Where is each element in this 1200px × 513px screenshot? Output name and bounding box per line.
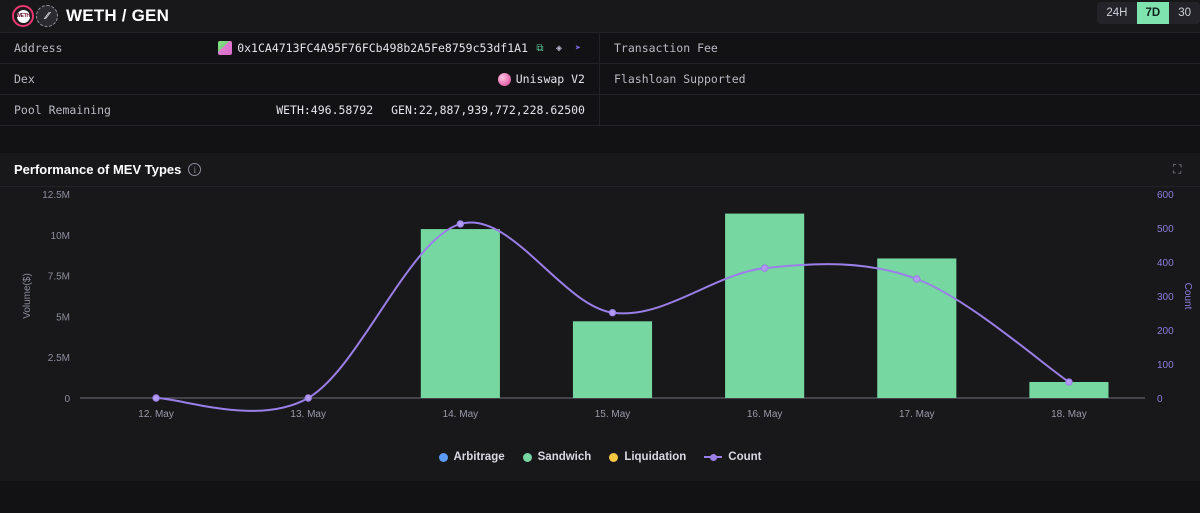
gen-token-icon: ⁄⁄ (36, 5, 58, 27)
y-axis-label-left: Volume($) (22, 273, 33, 319)
dex-name: Uniswap V2 (515, 72, 585, 86)
info-label-address: Address (14, 41, 63, 55)
legend-item-sandwich[interactable]: Sandwich (522, 451, 592, 463)
info-value-dex: Uniswap V2 (497, 72, 585, 86)
y-axis-tick-left: 2.5M (48, 353, 70, 364)
legend-label-arbitrage: Arbitrage (453, 451, 505, 463)
info-row-flashloan-supported: Flashloan Supported (600, 64, 1200, 95)
pool-info-right-column: Transaction Fee Flashloan Supported (600, 33, 1200, 126)
y-axis-tick-right: 0 (1157, 394, 1163, 405)
page-title: WETH / GEN (66, 6, 170, 25)
count-color-line-icon (704, 453, 723, 461)
y-axis-tick-left: 10M (51, 231, 70, 242)
y-axis-tick-right: 300 (1157, 292, 1174, 303)
chart-plot-area: 0 2.5M 5M 7.5M 10M 12.5M 0 100 200 300 400 500 600 Vo… (0, 187, 1200, 481)
count-data-point[interactable] (760, 264, 769, 272)
chart-bar[interactable] (572, 321, 653, 398)
info-row-dex: Dex Uniswap V2 (0, 64, 599, 95)
legend-item-count[interactable]: Count (704, 451, 762, 463)
x-axis-tick: 13. May (290, 409, 326, 420)
info-value-pool-remaining: WETH:496.58792 GEN:22,887,939,772,228.62… (276, 103, 585, 117)
chart-legend: Arbitrage Sandwich Liquidation Count (0, 451, 1200, 463)
info-row-transaction-fee: Transaction Fee (600, 33, 1200, 64)
mev-performance-card: Performance of MEV Types i ⛶ 0 2.5M 5M 7.5M… (0, 153, 1200, 481)
chart-header: Performance of MEV Types i ⛶ (0, 153, 1200, 187)
range-button-24h[interactable]: 24H (1097, 2, 1136, 24)
y-axis-tick-right: 500 (1157, 224, 1174, 235)
y-axis-tick-left: 0 (64, 394, 70, 405)
x-axis-tick: 17. May (899, 409, 935, 420)
chart-bar[interactable] (420, 229, 500, 398)
time-range-switch[interactable]: 24H 7D 30 (1097, 2, 1200, 24)
x-axis-tick: 12. May (138, 409, 174, 420)
token-pair-icons: WETH ⁄⁄ (12, 5, 58, 27)
pool-remaining-weth: WETH:496.58792 (276, 103, 374, 117)
info-row-pool-remaining: Pool Remaining WETH:496.58792 GEN:22,887… (0, 95, 599, 126)
info-label-pool-remaining: Pool Remaining (14, 103, 111, 117)
info-row-address: Address 0x1CA4713FC4A95F76FCb498b2A5Fe87… (0, 33, 599, 64)
info-icon[interactable]: i (188, 163, 202, 176)
legend-label-sandwich: Sandwich (537, 451, 592, 463)
count-data-point[interactable] (304, 394, 312, 402)
address-token-badge-icon (218, 41, 233, 55)
page-header: WETH ⁄⁄ WETH / GEN 24H 7D 30 (0, 0, 1200, 33)
etherscan-icon[interactable]: ◈ (552, 41, 566, 55)
info-label-transaction-fee: Transaction Fee (614, 41, 718, 55)
legend-label-liquidation: Liquidation (624, 451, 687, 463)
share-icon[interactable]: ➤ (571, 41, 585, 55)
count-data-point[interactable] (1065, 378, 1073, 386)
info-label-dex: Dex (14, 72, 35, 86)
y-axis-tick-right: 100 (1157, 360, 1174, 371)
y-axis-label-right: Count (1182, 283, 1193, 310)
address-text[interactable]: 0x1CA4713FC4A95F76FCb498b2A5Fe8759c53df1… (237, 41, 528, 55)
pool-remaining-gen: GEN:22,887,939,772,228.62500 (391, 103, 585, 117)
legend-item-arbitrage[interactable]: Arbitrage (438, 451, 505, 463)
arbitrage-color-dot-icon (438, 452, 448, 462)
info-label-flashloan-supported: Flashloan Supported (614, 72, 746, 86)
count-data-point[interactable] (456, 220, 465, 228)
legend-item-liquidation[interactable]: Liquidation (609, 451, 686, 463)
uniswap-icon (497, 72, 511, 86)
x-axis-tick: 18. May (1051, 409, 1087, 420)
weth-token-icon: WETH (12, 5, 34, 27)
y-axis-tick-right: 400 (1157, 258, 1174, 269)
chart-bar[interactable] (725, 213, 805, 398)
copy-icon[interactable]: ⧉ (533, 41, 547, 55)
pool-info-table: Address 0x1CA4713FC4A95F76FCb498b2A5Fe87… (0, 33, 1200, 126)
range-button-7d[interactable]: 7D (1136, 2, 1170, 24)
info-value-address: 0x1CA4713FC4A95F76FCb498b2A5Fe8759c53df1… (218, 41, 585, 55)
pool-info-left-column: Address 0x1CA4713FC4A95F76FCb498b2A5Fe87… (0, 33, 600, 126)
sandwich-color-dot-icon (522, 452, 532, 462)
mev-performance-chart[interactable]: 0 2.5M 5M 7.5M 10M 12.5M 0 100 200 300 400 500 600 Vo… (0, 187, 1200, 481)
y-axis-tick-left: 5M (56, 312, 70, 323)
y-axis-tick-right: 600 (1157, 190, 1174, 201)
y-axis-tick-left: 7.5M (48, 272, 70, 283)
x-axis-tick: 16. May (747, 409, 783, 420)
count-data-point[interactable] (913, 275, 921, 283)
x-axis-tick: 14. May (443, 409, 479, 420)
y-axis-tick-left: 12.5M (42, 190, 70, 201)
count-data-point[interactable] (152, 394, 160, 402)
liquidation-color-dot-icon (609, 452, 619, 462)
info-row-blank (600, 95, 1200, 126)
chart-title: Performance of MEV Types (14, 162, 182, 177)
expand-icon[interactable]: ⛶ (1173, 163, 1186, 176)
legend-label-count: Count (728, 451, 762, 463)
y-axis-tick-right: 200 (1157, 326, 1174, 337)
x-axis-tick: 15. May (595, 409, 631, 420)
pool-detail-page: WETH ⁄⁄ WETH / GEN 24H 7D 30 Address 0x1… (0, 0, 1200, 513)
range-button-30d[interactable]: 30 (1169, 2, 1200, 24)
count-data-point[interactable] (608, 308, 617, 317)
